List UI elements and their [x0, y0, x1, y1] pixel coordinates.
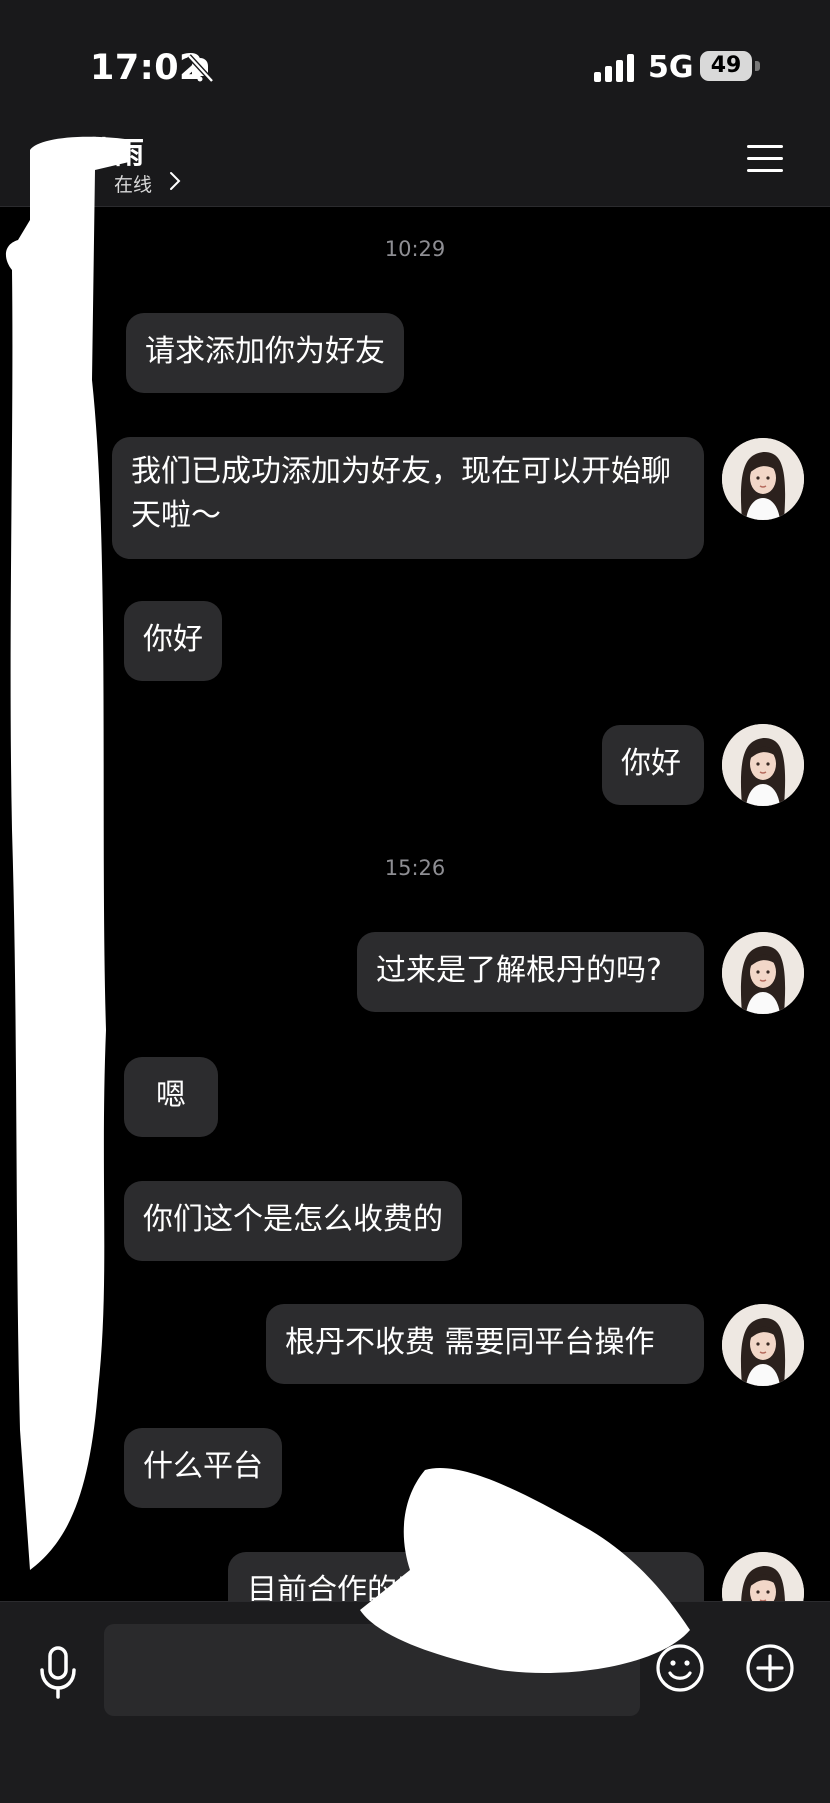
- received-message[interactable]: 什么平台: [124, 1428, 282, 1508]
- bell-slash-icon: [187, 54, 214, 83]
- chevron-right-icon[interactable]: [168, 170, 182, 192]
- signal-bars-icon: [594, 54, 634, 82]
- sent-message[interactable]: 我们已成功添加为好友，现在可以开始聊天啦～: [112, 437, 704, 559]
- avatar[interactable]: [722, 724, 804, 806]
- redaction-mark: [6, 136, 130, 1570]
- microphone-icon[interactable]: [36, 1646, 80, 1700]
- avatar[interactable]: [722, 932, 804, 1014]
- plus-circle-icon[interactable]: [744, 1642, 796, 1694]
- sent-message[interactable]: 过来是了解根丹的吗?: [357, 932, 704, 1012]
- sent-message[interactable]: 根丹不收费 需要同平台操作: [266, 1304, 704, 1384]
- network-type: 5G: [648, 50, 694, 85]
- received-message[interactable]: 请求添加你为好友: [126, 313, 404, 393]
- battery-level: 49: [700, 51, 752, 81]
- received-message[interactable]: 嗯: [124, 1057, 218, 1137]
- sent-message[interactable]: 你好: [602, 725, 704, 805]
- avatar[interactable]: [722, 1304, 804, 1386]
- avatar[interactable]: [722, 438, 804, 520]
- hamburger-menu-icon[interactable]: [746, 142, 784, 176]
- status-bar: 17:02 5G 49: [0, 0, 830, 120]
- redaction-mark: [360, 1468, 690, 1674]
- received-message[interactable]: 你好: [124, 601, 222, 681]
- avatar[interactable]: [722, 1552, 804, 1601]
- battery-tip: [755, 61, 760, 71]
- received-message[interactable]: 你们这个是怎么收费的: [124, 1181, 462, 1261]
